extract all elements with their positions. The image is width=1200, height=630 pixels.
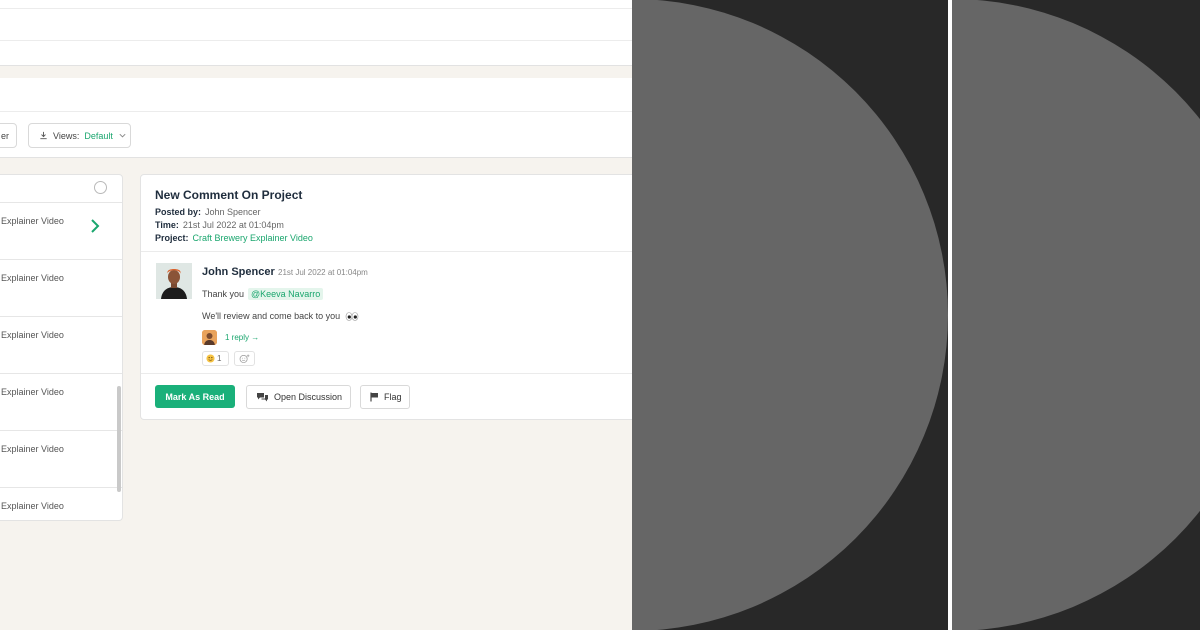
time-label: Time: [155, 220, 179, 230]
reply-avatar [202, 330, 217, 345]
smile-emoji-icon [206, 354, 215, 363]
views-label: Views: [53, 130, 80, 141]
project-link[interactable]: Craft Brewery Explainer Video [193, 233, 313, 243]
add-emoji-icon [239, 354, 250, 363]
flag-icon [370, 392, 378, 402]
filter-button-label: er [1, 130, 10, 141]
list-item-label: ry Explainer Video [0, 501, 64, 511]
reply-link[interactable]: 1 reply → [225, 333, 259, 342]
select-all-radio[interactable] [94, 181, 107, 194]
list-item[interactable]: ry Explainer Video [0, 488, 122, 520]
emoji-reaction[interactable]: 1 [202, 351, 229, 366]
project-label: Project: [155, 233, 189, 243]
notification-detail-card: New Comment On Project Posted by: John Sp… [140, 174, 632, 420]
card-actions: Mark As Read Open Discussion Flag [141, 374, 632, 420]
dark-panel-right [952, 0, 1200, 630]
reply-count: 1 reply [225, 333, 250, 342]
views-value: Default [84, 130, 113, 141]
divider [0, 111, 632, 112]
comment-text: We'll review and come back to you [202, 311, 341, 321]
open-discussion-label: Open Discussion [274, 392, 343, 402]
chevron-right-icon [91, 219, 100, 233]
list-item[interactable]: ry Explainer Video [0, 317, 122, 374]
notification-title: New Comment On Project [155, 188, 303, 202]
add-reaction-button[interactable] [234, 351, 255, 366]
reply-avatar-image [202, 330, 217, 345]
comment-text: Thank you [202, 289, 245, 299]
comment-text-line-2: We'll review and come back to you [202, 311, 359, 321]
chat-bubbles-icon [257, 393, 268, 402]
mark-as-read-button[interactable]: Mark As Read [155, 385, 235, 408]
posted-by-label: Posted by: [155, 207, 202, 217]
comment-time: 21st Jul 2022 at 01:04pm [278, 268, 368, 277]
list-item[interactable]: ry Explainer Video [0, 374, 122, 431]
list-item[interactable]: ry Explainer Video [0, 260, 122, 317]
list-item[interactable]: ry Explainer Video [0, 203, 122, 260]
list-item-label: ry Explainer Video [0, 273, 64, 283]
dark-panel-left [632, 0, 948, 630]
open-discussion-button[interactable]: Open Discussion [246, 385, 351, 409]
half-circle-shape [952, 0, 1200, 630]
list-item-label: ry Explainer Video [0, 330, 64, 340]
list-header [0, 175, 122, 203]
flag-label: Flag [384, 392, 402, 402]
mention-tag[interactable]: @Keeva Navarro [248, 288, 324, 300]
author-avatar-image [156, 263, 192, 299]
views-dropdown[interactable]: Views: Default [28, 123, 131, 148]
list-item-label: ry Explainer Video [0, 444, 64, 454]
time-value: 21st Jul 2022 at 01:04pm [182, 220, 284, 230]
time-row: Time: 21st Jul 2022 at 01:04pm [155, 219, 632, 232]
arrow-right-icon: → [251, 333, 260, 342]
divider [0, 40, 632, 41]
half-circle-shape [632, 0, 948, 630]
comment-text-line-1: Thank you @Keeva Navarro [202, 288, 324, 300]
filter-button[interactable]: er [0, 123, 17, 148]
comment: John Spencer 21st Jul 2022 at 01:04pm Th… [141, 252, 632, 374]
avatar [156, 263, 192, 299]
eyes-emoji-icon [345, 312, 358, 321]
list-item-label: ry Explainer Video [0, 387, 64, 397]
notification-list: ry Explainer Video ry Explainer Video ry… [0, 174, 123, 521]
project-row: Project: Craft Brewery Explainer Video [155, 232, 632, 245]
reaction-count: 1 [217, 354, 222, 363]
app-screenshot: er Views: Default ry Explainer Video ry … [0, 0, 632, 630]
list-item-label: ry Explainer Video [0, 216, 64, 226]
comment-author[interactable]: John Spencer [202, 266, 275, 278]
divider [0, 8, 632, 9]
card-header: New Comment On Project Posted by: John Sp… [141, 175, 632, 252]
posted-by-value: John Spencer [205, 207, 261, 217]
download-icon [40, 131, 47, 140]
top-bar [0, 0, 632, 66]
flag-button[interactable]: Flag [360, 385, 410, 409]
list-scrollbar[interactable] [117, 386, 121, 492]
chevron-down-icon [119, 133, 126, 138]
posted-by-row: Posted by: John Spencer [155, 206, 632, 219]
list-item[interactable]: ry Explainer Video [0, 431, 122, 488]
